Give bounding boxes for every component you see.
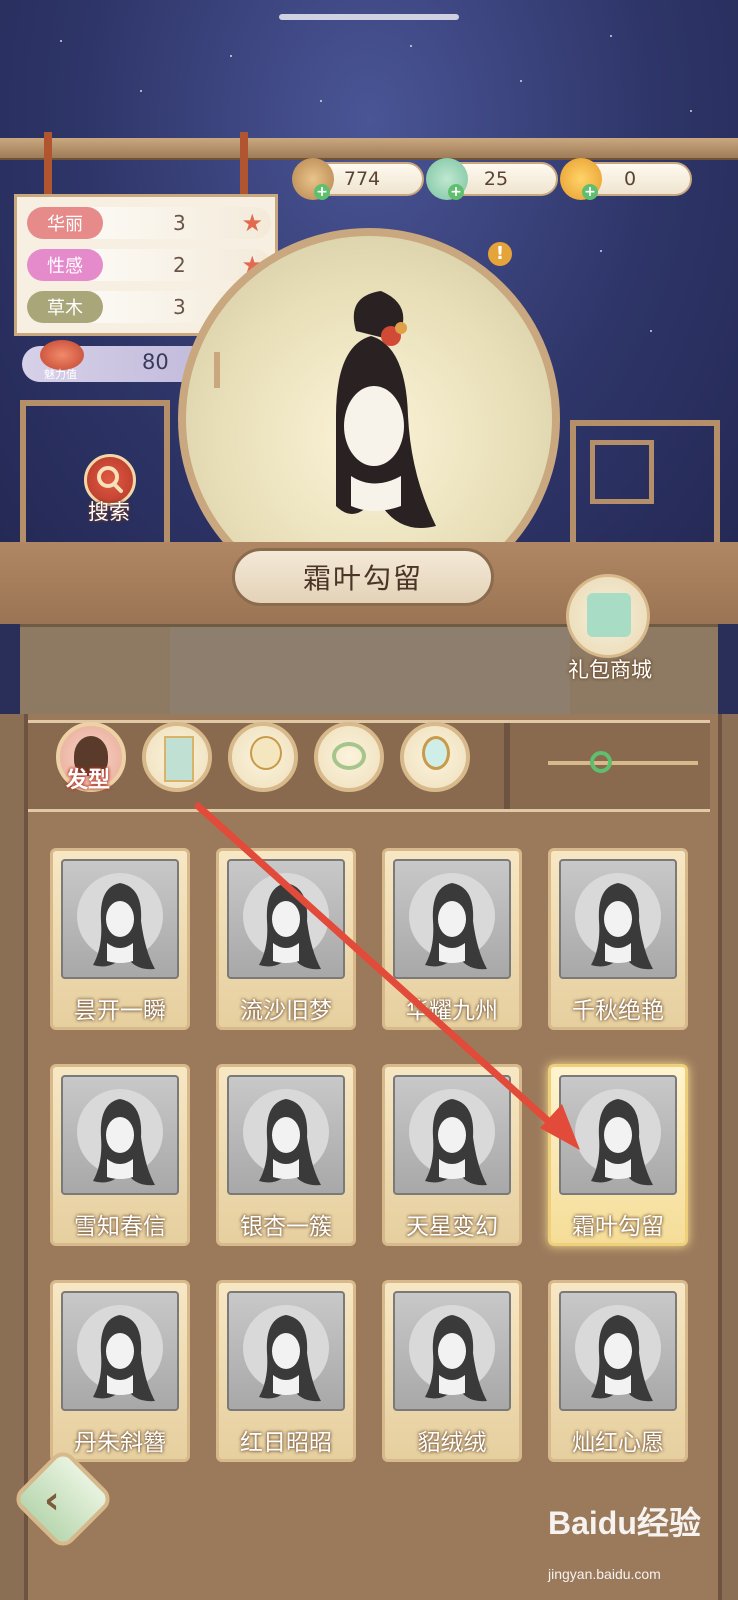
watermark-brand: Baidu经验 bbox=[548, 1505, 701, 1541]
annotation-arrow bbox=[194, 802, 580, 1150]
watermark-url: jingyan.baidu.com bbox=[548, 1566, 661, 1582]
